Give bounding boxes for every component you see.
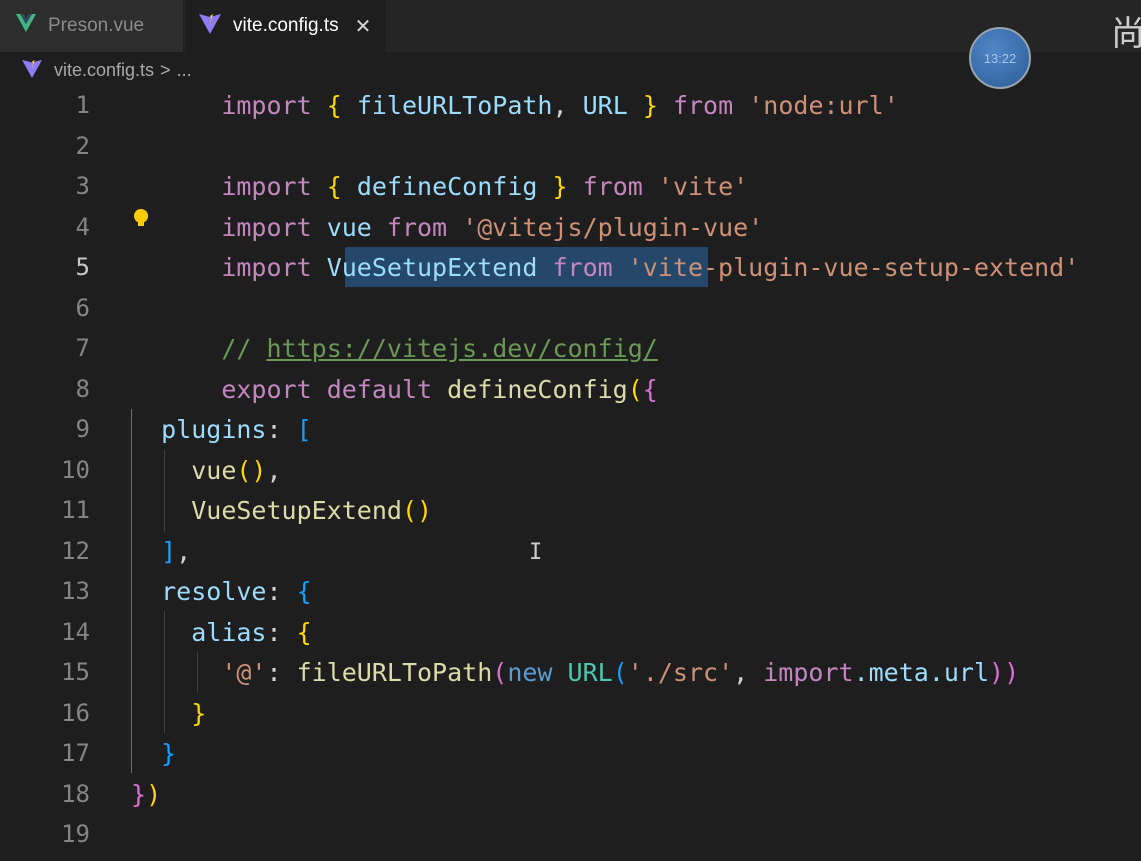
brace: {	[296, 576, 312, 606]
code-line: 10 vue(),	[0, 450, 1141, 490]
string: 'node:url'	[748, 90, 899, 120]
paren: (	[627, 374, 643, 404]
tab-label: Preson.vue	[48, 15, 145, 36]
line-number: 14	[61, 618, 90, 646]
keyword: export	[221, 374, 312, 404]
keyword: import	[221, 252, 312, 282]
class-name: URL	[567, 657, 613, 687]
code-line: 8 export default defineConfig({	[0, 369, 1141, 409]
paren: ()	[236, 455, 267, 485]
code-line: 11 VueSetupExtend()	[0, 490, 1141, 530]
code-line: 12 ],	[0, 531, 1141, 571]
bracket: ]	[161, 536, 177, 566]
property: plugins	[161, 414, 267, 444]
line-number: 17	[61, 739, 90, 767]
clock-time: 13:22	[983, 50, 1017, 66]
line-number: 6	[75, 294, 90, 322]
line-number: 16	[61, 699, 90, 727]
ibeam-cursor-icon: I	[529, 540, 543, 565]
brace: {	[296, 617, 312, 647]
paren: ()	[401, 495, 433, 525]
bracket: [	[296, 414, 312, 444]
line-number: 15	[61, 658, 90, 686]
keyword: from	[672, 90, 734, 120]
code-line: 14 alias: {	[0, 612, 1141, 652]
tab-preson-vue[interactable]: Preson.vue	[0, 0, 184, 52]
punct: ,	[552, 90, 568, 120]
vite-icon	[22, 58, 42, 83]
code-line: 15 '@': fileURLToPath(new URL('./src', i…	[0, 652, 1141, 692]
brace: }	[642, 90, 658, 120]
function-name: defineConfig	[447, 374, 628, 404]
line-number: 5	[75, 253, 90, 281]
code-line: 18 })	[0, 774, 1141, 814]
line-number: 1	[75, 91, 90, 119]
line-number: 7	[75, 334, 90, 362]
punct: :	[266, 617, 282, 647]
tab-bar: Preson.vue vite.config.ts ✕ 尚	[0, 0, 1141, 54]
paren: (	[612, 657, 628, 687]
corner-text: 尚	[1111, 14, 1141, 54]
keyword: import	[763, 657, 854, 687]
code-line: 19	[0, 814, 1141, 854]
punct: ,	[266, 455, 282, 485]
line-number: 10	[61, 456, 90, 484]
paren: (	[492, 657, 508, 687]
code-line: 13 resolve: {	[0, 571, 1141, 611]
property: resolve	[161, 576, 267, 606]
code-line: 9 plugins: [	[0, 409, 1141, 449]
code-line: 17 }	[0, 733, 1141, 773]
identifier: VueSetupExtend	[326, 252, 538, 282]
identifier: fileURLToPath	[356, 90, 553, 120]
punct: ,	[176, 536, 192, 566]
punct: :	[266, 414, 282, 444]
identifier: URL	[582, 90, 628, 120]
property: alias	[191, 617, 267, 647]
line-number: 9	[75, 415, 90, 443]
line-number: 11	[61, 496, 90, 524]
string: '@'	[221, 657, 267, 687]
code-line: 16 }	[0, 693, 1141, 733]
line-number: 19	[61, 820, 90, 848]
close-icon[interactable]: ✕	[355, 14, 372, 39]
line-number: 4	[75, 213, 90, 241]
function-name: fileURLToPath	[296, 657, 493, 687]
line-number: 13	[61, 577, 90, 605]
line-number: 3	[75, 172, 90, 200]
brace: }	[191, 698, 207, 728]
code-line: 1 import { fileURLToPath, URL } from 'no…	[0, 85, 1141, 125]
punct: ,	[733, 657, 749, 687]
keyword: from	[552, 252, 613, 282]
vue-icon	[16, 14, 36, 38]
function-name: vue	[191, 455, 237, 485]
keyword: default	[326, 374, 433, 404]
keyword: import	[221, 90, 312, 120]
keyword: new	[507, 657, 553, 687]
brace: {	[326, 90, 342, 120]
line-number: 8	[75, 375, 90, 403]
line-number: 12	[61, 537, 90, 565]
brace: }	[131, 779, 147, 809]
clock-widget: 13:22	[969, 27, 1031, 89]
paren: )	[146, 779, 162, 809]
paren: ))	[989, 657, 1020, 687]
vite-icon	[199, 12, 221, 40]
line-number: 2	[75, 132, 90, 160]
punct: :	[266, 576, 282, 606]
tab-vite-config[interactable]: vite.config.ts ✕	[185, 0, 385, 52]
punct: :	[266, 657, 282, 687]
string: './src'	[627, 657, 734, 687]
code-line: 5 import VueSetupExtend from 'vite-plugi…	[0, 247, 1141, 287]
brace: {	[642, 374, 658, 404]
line-number: 18	[61, 780, 90, 808]
string: 'vite-plugin-vue-setup-extend'	[627, 252, 1080, 282]
identifier: .meta.url	[853, 657, 990, 687]
function-name: VueSetupExtend	[191, 495, 402, 525]
tab-label: vite.config.ts	[233, 15, 339, 36]
brace: }	[161, 738, 177, 768]
